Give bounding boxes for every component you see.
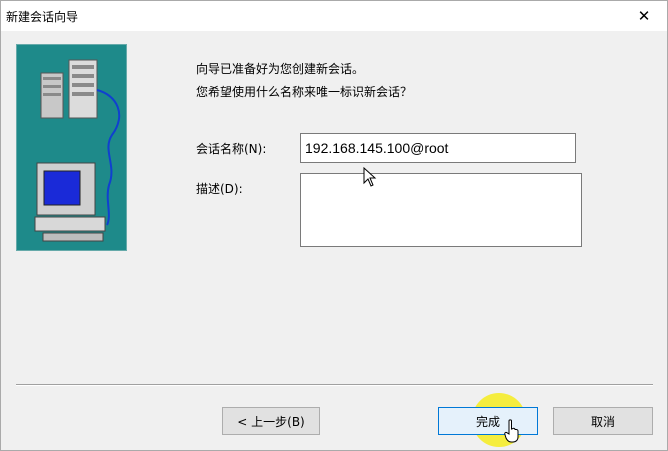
finish-button-label: 完成	[475, 414, 500, 429]
session-name-label: 会话名称(N):	[196, 142, 267, 156]
computer-icon	[34, 162, 106, 242]
intro-line-2: 您希望使用什么名称来唯一标识新会话？	[196, 85, 413, 99]
finish-button[interactable]: 完成	[438, 407, 538, 435]
hand-pointer-icon	[504, 419, 519, 443]
cancel-button[interactable]: 取消	[553, 407, 653, 435]
network-illustration-icon	[34, 59, 121, 242]
back-button[interactable]: < 上一步(B)	[222, 407, 320, 435]
close-icon: ✕	[637, 7, 651, 25]
intro-text: 向导已准备好为您创建新会话。 您希望使用什么名称来唯一标识新会话？	[196, 58, 412, 104]
mouse-pointer-icon	[363, 167, 377, 187]
session-wizard-dialog: 新建会话向导 ✕ 向导已准备好为您创建新会话。 您希望使用什么名称来唯一标识新会…	[0, 0, 668, 451]
wizard-illustration	[16, 44, 127, 251]
server-icon	[40, 59, 98, 119]
cancel-button-label: 取消	[590, 414, 615, 429]
description-input[interactable]	[300, 173, 582, 247]
session-name-input[interactable]	[300, 133, 576, 163]
window-title: 新建会话向导	[6, 10, 79, 24]
button-separator	[16, 384, 653, 386]
intro-line-1: 向导已准备好为您创建新会话。	[196, 62, 365, 76]
close-button[interactable]: ✕	[621, 1, 667, 31]
back-button-label: < 上一步(B)	[237, 414, 305, 429]
description-label: 描述(D):	[196, 182, 243, 196]
title-bar: 新建会话向导 ✕	[1, 1, 667, 31]
